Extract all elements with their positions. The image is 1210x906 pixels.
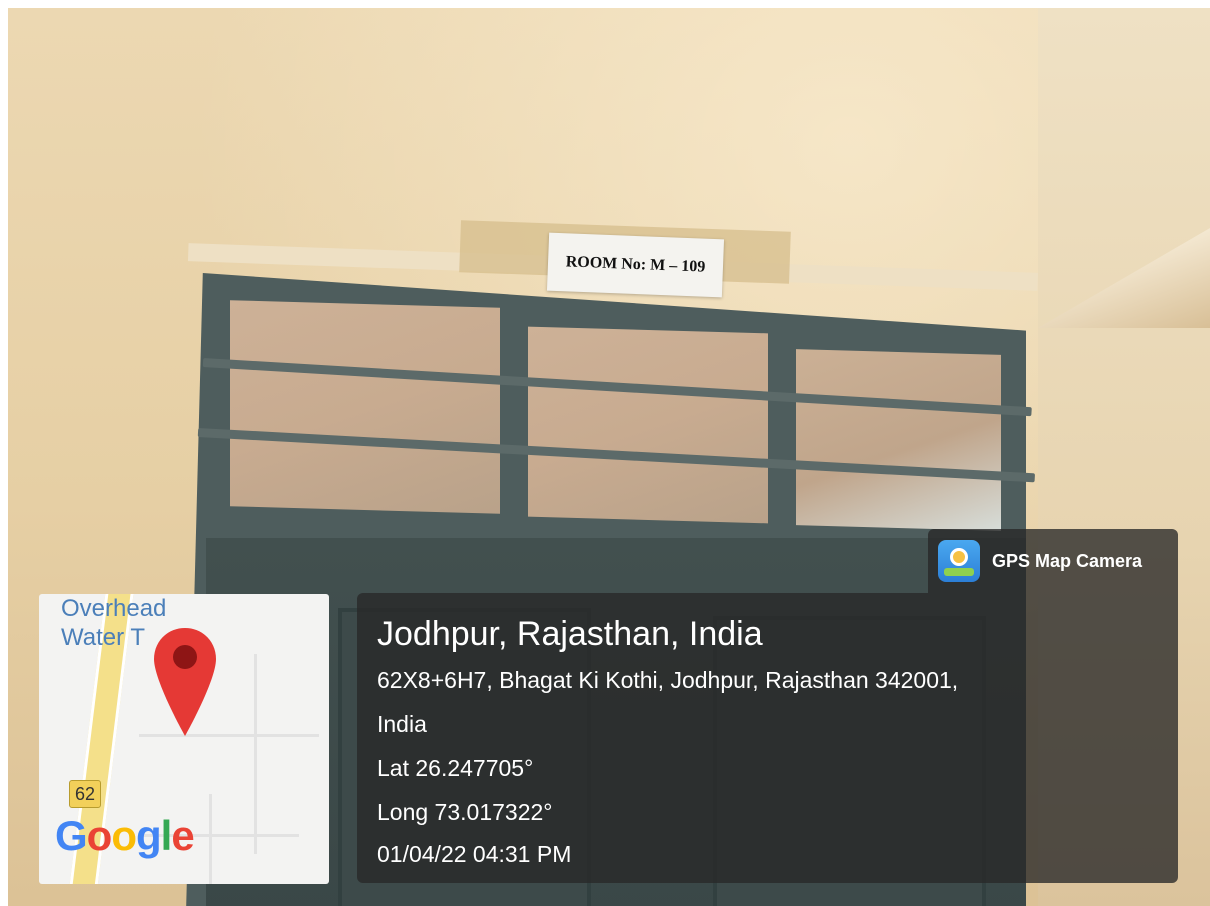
- google-logo-letter: G: [55, 812, 88, 859]
- gps-map-camera-icon: [938, 540, 980, 582]
- google-logo-letter: o: [86, 812, 113, 859]
- room-sign: ROOM No: M – 109: [546, 232, 725, 298]
- longitude: Long 73.017322°: [377, 799, 553, 825]
- latitude: Lat 26.247705°: [377, 755, 534, 781]
- gps-map-camera-badge: GPS Map Camera: [928, 529, 1178, 593]
- location-info-panel: Jodhpur, Rajasthan, India 62X8+6H7, Bhag…: [357, 593, 1178, 883]
- location-pin-icon: [154, 628, 216, 736]
- glass-pane: [796, 349, 1001, 531]
- glass-pane: [528, 326, 768, 524]
- location-title: Jodhpur, Rajasthan, India: [377, 615, 763, 653]
- google-logo-letter: e: [171, 812, 194, 859]
- gps-badge-label: GPS Map Camera: [992, 550, 1143, 571]
- timestamp: 01/04/22 04:31 PM: [377, 841, 572, 867]
- map-street: [254, 654, 257, 854]
- map-street: [209, 794, 212, 884]
- google-logo-letter: l: [160, 812, 173, 859]
- glass-pane: [230, 300, 500, 514]
- google-logo: Google: [55, 812, 195, 860]
- map-place-label: Overhead Water T: [61, 595, 167, 651]
- address-line: India: [377, 711, 427, 737]
- google-logo-letter: o: [111, 812, 137, 859]
- route-badge: 62: [69, 780, 101, 808]
- google-logo-letter: g: [135, 812, 162, 859]
- map-thumbnail: Overhead Water T 62 Google: [39, 594, 329, 884]
- address-line: 62X8+6H7, Bhagat Ki Kothi, Jodhpur, Raja…: [377, 667, 959, 693]
